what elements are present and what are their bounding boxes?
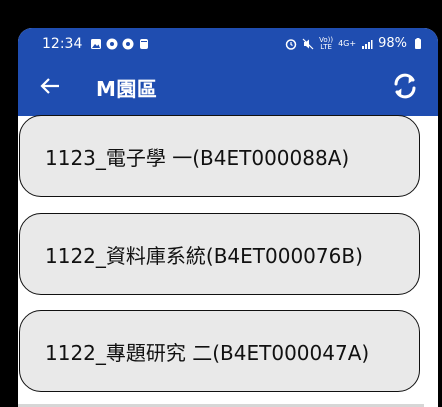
course-label: 1122_專題研究 二(B4ET000047A): [45, 340, 370, 365]
page-title: M園區: [96, 77, 158, 101]
phone-screen: 12:34 Vo)) LTE 4G+ 98% M園區 1123_電子學 一(B4…: [18, 28, 438, 407]
battery-text: 98%: [378, 36, 407, 51]
status-left-icons: [90, 38, 150, 50]
course-item[interactable]: 1122_資料庫系統(B4ET000076B): [19, 213, 420, 295]
volte-indicator: Vo)) LTE: [319, 36, 333, 51]
lte-text: LTE: [320, 42, 332, 51]
sync-icon: [389, 70, 421, 106]
signal-icon: [361, 38, 373, 50]
jar-icon: [138, 38, 150, 50]
refresh-button[interactable]: [388, 71, 422, 105]
status-bar: 12:34 Vo)) LTE 4G+ 98%: [18, 28, 438, 59]
sun-icon: [122, 38, 134, 50]
device-frame: 12:34 Vo)) LTE 4G+ 98% M園區 1123_電子學 一(B4…: [0, 0, 442, 407]
mute-icon: [302, 38, 314, 50]
network-text: 4G+: [338, 39, 357, 48]
image-icon: [90, 38, 102, 50]
alarm-icon: [285, 38, 297, 50]
back-button[interactable]: [38, 76, 62, 100]
course-label: 1122_資料庫系統(B4ET000076B): [45, 243, 363, 268]
course-item[interactable]: 1123_電子學 一(B4ET000088A): [19, 115, 420, 197]
course-item[interactable]: 1122_專題研究 二(B4ET000047A): [19, 310, 420, 392]
sun-icon: [106, 38, 118, 50]
status-right: Vo)) LTE 4G+ 98%: [285, 36, 424, 51]
status-time: 12:34: [42, 35, 83, 52]
course-label: 1123_電子學 一(B4ET000088A): [45, 145, 350, 170]
arrow-left-icon: [39, 75, 61, 101]
battery-icon: [412, 37, 424, 50]
app-bar: M園區: [18, 59, 438, 116]
